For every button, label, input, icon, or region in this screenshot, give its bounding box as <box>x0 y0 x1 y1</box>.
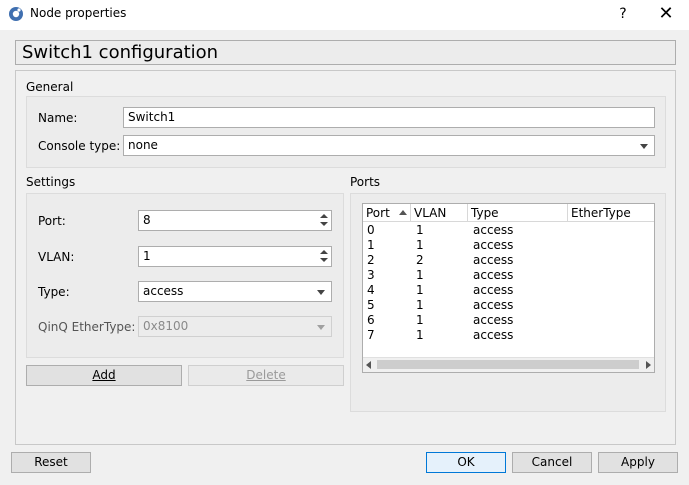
page-title: Switch1 configuration <box>15 40 676 65</box>
column-header-type[interactable]: Type <box>468 204 568 222</box>
vlan-value: 1 <box>143 249 151 263</box>
qinq-value: 0x8100 <box>143 319 189 333</box>
window-title: Node properties <box>30 6 127 20</box>
port-label: Port: <box>38 214 66 228</box>
cell-type: access <box>473 253 514 267</box>
ports-table[interactable]: Port VLAN Type EtherType 0 1 access 1 1 … <box>362 203 655 373</box>
apply-button[interactable]: Apply <box>598 452 678 473</box>
vlan-spinbox[interactable]: 1 <box>138 246 332 267</box>
cell-vlan: 1 <box>416 223 424 237</box>
cell-port: 0 <box>367 223 375 237</box>
general-group-title: General <box>26 80 74 94</box>
console-type-label: Console type: <box>38 139 121 153</box>
cell-port: 3 <box>367 268 375 282</box>
ok-button[interactable]: OK <box>426 452 506 473</box>
cancel-button[interactable]: Cancel <box>512 452 592 473</box>
delete-button-label: Delete <box>246 368 286 382</box>
cell-vlan: 2 <box>416 253 424 267</box>
cell-type: access <box>473 238 514 252</box>
cell-vlan: 1 <box>416 313 424 327</box>
cell-type: access <box>473 223 514 237</box>
column-header-port[interactable]: Port <box>363 204 411 222</box>
qinq-select: 0x8100 <box>138 316 332 337</box>
cell-port: 1 <box>367 238 375 252</box>
console-type-value: none <box>128 138 158 152</box>
port-spinbox[interactable]: 8 <box>138 210 332 231</box>
cell-port: 4 <box>367 283 375 297</box>
app-icon <box>9 7 23 21</box>
column-header-port-label: Port <box>366 206 390 220</box>
add-button[interactable]: Add <box>26 365 182 386</box>
chevron-down-icon <box>317 290 325 295</box>
cell-vlan: 1 <box>416 268 424 282</box>
cell-port: 7 <box>367 328 375 342</box>
cell-type: access <box>473 298 514 312</box>
spin-arrows-icon[interactable] <box>318 212 330 229</box>
qinq-label: QinQ EtherType: <box>38 320 136 334</box>
port-value: 8 <box>143 213 151 227</box>
chevron-down-icon <box>317 325 325 330</box>
settings-group-title: Settings <box>26 175 76 189</box>
name-input[interactable]: Switch1 <box>123 107 655 128</box>
console-type-select[interactable]: none <box>123 135 655 156</box>
scroll-right-icon[interactable] <box>646 361 651 369</box>
sort-ascending-icon <box>399 210 407 215</box>
cell-port: 2 <box>367 253 375 267</box>
name-label: Name: <box>38 111 78 125</box>
help-button[interactable]: ? <box>611 3 635 25</box>
ports-group-title: Ports <box>350 175 381 189</box>
column-header-ethertype[interactable]: EtherType <box>568 204 654 222</box>
type-label: Type: <box>38 285 70 299</box>
cell-vlan: 1 <box>416 283 424 297</box>
cell-vlan: 1 <box>416 238 424 252</box>
scrollbar-thumb[interactable] <box>377 360 639 369</box>
scroll-left-icon[interactable] <box>366 361 371 369</box>
cell-vlan: 1 <box>416 328 424 342</box>
cell-type: access <box>473 283 514 297</box>
cell-type: access <box>473 268 514 282</box>
cell-port: 5 <box>367 298 375 312</box>
horizontal-scrollbar[interactable] <box>363 357 654 372</box>
spin-arrows-icon[interactable] <box>318 248 330 265</box>
type-value: access <box>143 284 184 298</box>
cell-vlan: 1 <box>416 298 424 312</box>
close-icon[interactable]: ✕ <box>652 3 680 25</box>
cell-type: access <box>473 328 514 342</box>
cell-type: access <box>473 313 514 327</box>
chevron-down-icon <box>640 144 648 149</box>
delete-button: Delete <box>188 365 344 386</box>
column-header-vlan[interactable]: VLAN <box>411 204 468 222</box>
vlan-label: VLAN: <box>38 250 75 264</box>
reset-button[interactable]: Reset <box>11 452 91 473</box>
type-select[interactable]: access <box>138 281 332 302</box>
cell-port: 6 <box>367 313 375 327</box>
add-button-label: Add <box>92 368 116 382</box>
